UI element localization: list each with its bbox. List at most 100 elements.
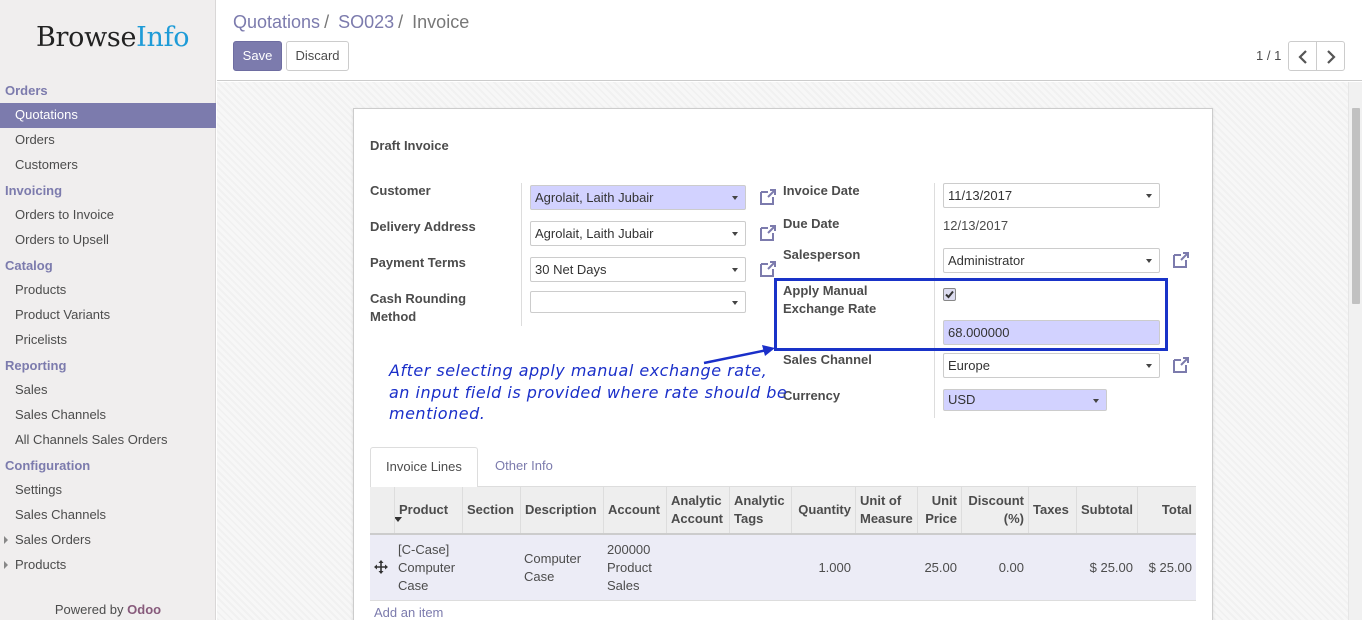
chevron-down-icon bbox=[732, 232, 738, 236]
col-analytic-account[interactable]: Analytic Account bbox=[666, 487, 729, 533]
sidebar-item-orders[interactable]: Orders bbox=[0, 128, 216, 153]
payment-terms-label: Payment Terms bbox=[370, 255, 466, 270]
pager-previous-button[interactable] bbox=[1288, 41, 1317, 71]
chevron-down-icon bbox=[732, 196, 738, 200]
chevron-down-icon bbox=[1093, 399, 1099, 403]
due-date-value: 12/13/2017 bbox=[943, 218, 1009, 233]
cash-rounding-select[interactable] bbox=[530, 291, 746, 313]
sidebar-item-sales-orders[interactable]: Sales Orders bbox=[0, 528, 216, 553]
customer-label: Customer bbox=[370, 183, 431, 198]
breadcrumb-quotations[interactable]: Quotations bbox=[233, 12, 320, 32]
col-total[interactable]: Total bbox=[1137, 487, 1196, 533]
brand-logo[interactable]: BrowseInfo bbox=[36, 22, 190, 53]
col-taxes[interactable]: Taxes bbox=[1028, 487, 1076, 533]
sidebar-item-products[interactable]: Products bbox=[0, 278, 216, 303]
tab-other-info[interactable]: Other Info bbox=[480, 447, 568, 488]
notebook-tabs: Invoice Lines Other Info bbox=[370, 447, 1196, 488]
table-row[interactable]: [C-Case] Computer Case Computer Case 200… bbox=[370, 535, 1196, 601]
salesperson-label: Salesperson bbox=[783, 247, 861, 262]
col-product[interactable]: Product bbox=[394, 487, 462, 533]
external-link-icon[interactable] bbox=[758, 259, 778, 279]
drag-handle-icon[interactable] bbox=[374, 560, 388, 574]
payment-terms-select[interactable]: 30 Net Days bbox=[530, 257, 746, 282]
chevron-right-icon bbox=[1326, 50, 1336, 64]
due-date-label: Due Date bbox=[783, 216, 840, 231]
sidebar-section-configuration: Configuration bbox=[5, 458, 91, 473]
sidebar-section-orders: Orders bbox=[5, 83, 48, 98]
add-item-link[interactable]: Add an item bbox=[374, 605, 443, 620]
delivery-address-select[interactable]: Agrolait, Laith Jubair bbox=[530, 221, 746, 246]
breadcrumb-so023[interactable]: SO023 bbox=[338, 12, 394, 32]
sidebar-item-sales-channels[interactable]: Sales Channels bbox=[0, 403, 216, 428]
pager-next-button[interactable] bbox=[1316, 41, 1345, 71]
odoo-link[interactable]: Odoo bbox=[127, 602, 161, 617]
col-discount[interactable]: Discount (%) bbox=[961, 487, 1028, 533]
sidebar: BrowseInfo Orders Quotations Orders Cust… bbox=[0, 0, 216, 620]
sidebar-item-product-variants[interactable]: Product Variants bbox=[0, 303, 216, 328]
col-quantity[interactable]: Quantity bbox=[791, 487, 855, 533]
chevron-down-icon bbox=[732, 268, 738, 272]
breadcrumb-current: Invoice bbox=[412, 12, 470, 32]
chevron-down-icon bbox=[1146, 259, 1152, 263]
col-analytic-tags[interactable]: Analytic Tags bbox=[729, 487, 791, 533]
control-panel: Quotations / SO023/ Invoice Save Discard … bbox=[217, 0, 1362, 81]
external-link-icon[interactable] bbox=[758, 187, 778, 207]
external-link-icon[interactable] bbox=[758, 223, 778, 243]
cell-analytic-tags bbox=[729, 535, 791, 601]
sidebar-item-config-products[interactable]: Products bbox=[0, 553, 216, 578]
expand-triangle-icon bbox=[4, 561, 8, 569]
scrollbar-thumb[interactable] bbox=[1352, 108, 1360, 304]
cell-unit-price: 25.00 bbox=[924, 560, 957, 575]
cell-subtotal: $ 25.00 bbox=[1089, 560, 1133, 575]
sidebar-item-config-sales-channels[interactable]: Sales Channels bbox=[0, 503, 216, 528]
sidebar-item-settings[interactable]: Settings bbox=[0, 478, 216, 503]
expand-triangle-icon bbox=[4, 536, 8, 544]
cell-total: $ 25.00 bbox=[1148, 560, 1192, 575]
cell-analytic-account bbox=[666, 535, 729, 601]
breadcrumb: Quotations / SO023/ Invoice bbox=[233, 12, 470, 32]
chevron-left-icon bbox=[1297, 50, 1307, 64]
invoice-date-field[interactable]: 11/13/2017 bbox=[943, 183, 1160, 208]
cell-taxes bbox=[1028, 535, 1076, 601]
sidebar-item-sales[interactable]: Sales bbox=[0, 378, 216, 403]
chevron-down-icon bbox=[732, 301, 738, 305]
col-unit-of-measure[interactable]: Unit of Measure bbox=[855, 487, 917, 533]
chevron-down-icon bbox=[1146, 194, 1152, 198]
col-subtotal[interactable]: Subtotal bbox=[1076, 487, 1137, 533]
cell-uom bbox=[855, 535, 917, 601]
currency-select[interactable]: USD bbox=[943, 389, 1107, 411]
sidebar-item-pricelists[interactable]: Pricelists bbox=[0, 328, 216, 353]
sidebar-item-orders-to-upsell[interactable]: Orders to Upsell bbox=[0, 228, 216, 253]
sidebar-menu: Orders Quotations Orders Customers Invoi… bbox=[0, 78, 216, 578]
discard-button[interactable]: Discard bbox=[286, 41, 349, 71]
tab-invoice-lines[interactable]: Invoice Lines bbox=[370, 447, 478, 488]
sidebar-item-customers[interactable]: Customers bbox=[0, 153, 216, 178]
cash-rounding-label: Cash Rounding Method bbox=[370, 291, 467, 324]
annotation-note: After selecting apply manual exchange ra… bbox=[389, 361, 788, 423]
sidebar-item-all-channels-sales-orders[interactable]: All Channels Sales Orders bbox=[0, 428, 216, 453]
delivery-address-label: Delivery Address bbox=[370, 219, 476, 234]
col-section[interactable]: Section bbox=[462, 487, 520, 533]
sidebar-item-orders-to-invoice[interactable]: Orders to Invoice bbox=[0, 203, 216, 228]
sales-channel-select[interactable]: Europe bbox=[943, 353, 1160, 378]
table-header: Product Section Description Account Anal… bbox=[370, 487, 1196, 535]
external-link-icon[interactable] bbox=[1171, 355, 1191, 375]
sidebar-item-quotations[interactable]: Quotations bbox=[0, 103, 216, 128]
form-sheet: Draft Invoice Customer Agrolait, Laith J… bbox=[353, 108, 1213, 620]
sidebar-section-catalog: Catalog bbox=[5, 258, 53, 273]
chevron-down-icon bbox=[1146, 364, 1152, 368]
vertical-scrollbar[interactable] bbox=[1348, 82, 1362, 620]
col-description[interactable]: Description bbox=[520, 487, 603, 533]
salesperson-select[interactable]: Administrator bbox=[943, 248, 1160, 273]
col-unit-price[interactable]: Unit Price bbox=[917, 487, 961, 533]
col-account[interactable]: Account bbox=[603, 487, 666, 533]
customer-select[interactable]: Agrolait, Laith Jubair bbox=[530, 185, 746, 210]
save-button[interactable]: Save bbox=[233, 41, 282, 71]
pager-value: 1 / 1 bbox=[1256, 48, 1282, 63]
powered-by: Powered by Odoo bbox=[54, 602, 162, 617]
currency-label: Currency bbox=[783, 388, 841, 403]
cell-discount: 0.00 bbox=[998, 560, 1024, 575]
annotation-highlight-box bbox=[774, 278, 1168, 351]
invoice-date-label: Invoice Date bbox=[783, 183, 860, 198]
external-link-icon[interactable] bbox=[1171, 250, 1191, 270]
